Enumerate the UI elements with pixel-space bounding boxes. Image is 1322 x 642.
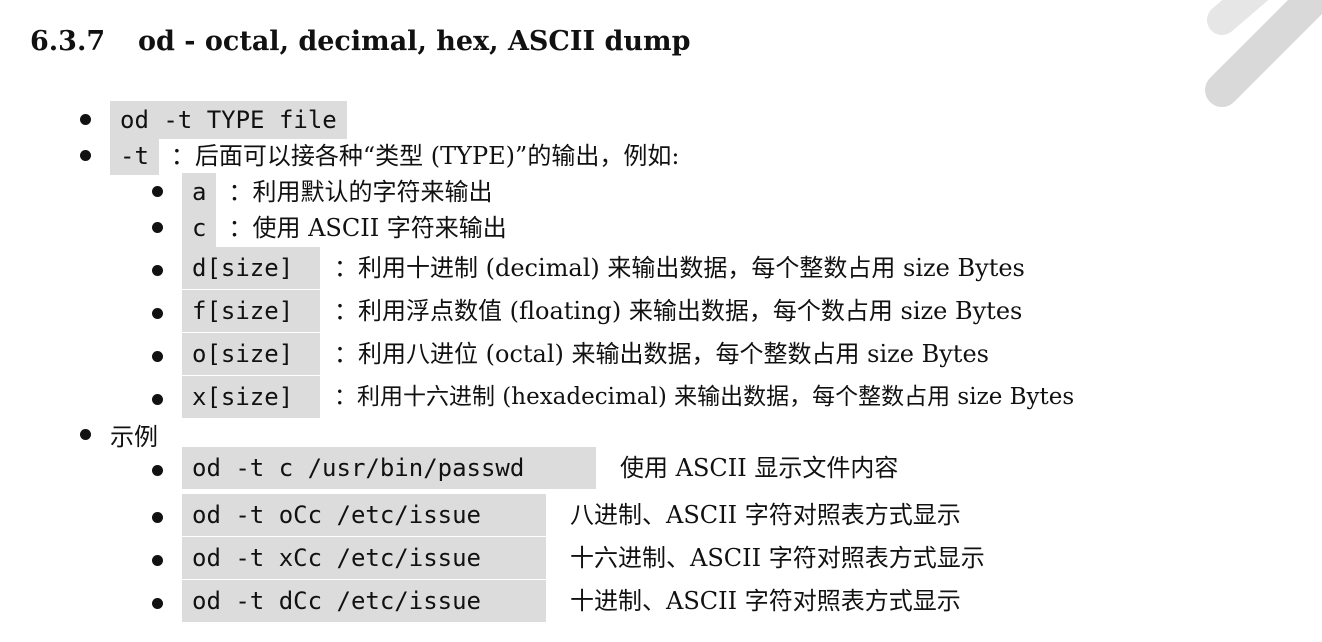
watermark-icon (1205, 0, 1322, 107)
bullet (152, 222, 163, 233)
bullet (80, 429, 91, 440)
list-item: od -t xCc /etc/issue 十六进制、ASCII 字符对照表方式显… (182, 537, 985, 579)
item-description: ：利用八进位 (octal) 来输出数据，每个整数占用 size Bytes (334, 340, 989, 368)
bullet (152, 265, 163, 276)
code-snippet: d[size] (182, 247, 320, 289)
item-description: ：利用十进制 (decimal) 来输出数据，每个整数占用 size Bytes (334, 254, 1025, 282)
list-item: a ：利用默认的字符来输出 (182, 173, 493, 211)
item-description: ：利用十六进制 (hexadecimal) 来输出数据，每个整数占用 size … (334, 384, 1075, 410)
list-item: od -t dCc /etc/issue 十进制、ASCII 字符对照表方式显示 (182, 580, 961, 622)
code-snippet: x[size] (182, 376, 320, 418)
item-description: ：利用默认的字符来输出 (228, 178, 493, 206)
code-snippet: od -t xCc /etc/issue (182, 537, 546, 579)
list-item: x[size] ：利用十六进制 (hexadecimal) 来输出数据，每个整数… (182, 376, 1074, 418)
code-snippet: od -t oCc /etc/issue (182, 494, 546, 536)
bullet (152, 394, 163, 405)
list-item: f[size] ：利用浮点数值 (floating) 来输出数据，每个数占用 s… (182, 290, 1022, 332)
code-snippet: c (182, 209, 217, 247)
list-item: o[size] ：利用八进位 (octal) 来输出数据，每个整数占用 size… (182, 333, 989, 375)
bullet (80, 114, 91, 125)
list-item: d[size] ：利用十进制 (decimal) 来输出数据，每个整数占用 si… (182, 247, 1025, 289)
list-item: od -t TYPE file (110, 101, 347, 139)
examples-label: 示例 (110, 422, 158, 451)
bullet (152, 465, 163, 476)
bullet (152, 598, 163, 609)
bullet (152, 351, 163, 362)
list-item: -t ：后面可以接各种“类型 (TYPE)”的输出，例如: (110, 137, 680, 175)
code-snippet: od -t c /usr/bin/passwd (182, 447, 596, 489)
item-description: 十进制、ASCII 字符对照表方式显示 (570, 587, 961, 615)
item-description: ：使用 ASCII 字符来输出 (228, 214, 507, 242)
list-item: c ：使用 ASCII 字符来输出 (182, 209, 507, 247)
item-description: 八进制、ASCII 字符对照表方式显示 (570, 501, 961, 529)
item-description: ：利用浮点数值 (floating) 来输出数据，每个数占用 size Byte… (334, 297, 1023, 325)
code-snippet: od -t dCc /etc/issue (182, 580, 546, 622)
bullet (80, 150, 91, 161)
item-description: 使用 ASCII 显示文件内容 (620, 454, 899, 482)
list-item: od -t oCc /etc/issue 八进制、ASCII 字符对照表方式显示 (182, 494, 961, 536)
item-description: ：后面可以接各种“类型 (TYPE)”的输出，例如: (170, 142, 680, 170)
code-snippet: -t (110, 137, 159, 175)
code-snippet: od -t TYPE file (110, 101, 347, 139)
list-item: 示例 (110, 416, 158, 452)
section-heading: 6.3.7 od - octal, decimal, hex, ASCII dum… (30, 26, 691, 57)
item-description: 十六进制、ASCII 字符对照表方式显示 (570, 544, 985, 572)
section-number: 6.3.7 (30, 26, 106, 57)
bullet (152, 308, 163, 319)
list-item: od -t c /usr/bin/passwd 使用 ASCII 显示文件内容 (182, 447, 898, 489)
bullet (152, 512, 163, 523)
code-snippet: o[size] (182, 333, 320, 375)
bullet (152, 186, 163, 197)
code-snippet: a (182, 173, 217, 211)
code-snippet: f[size] (182, 290, 320, 332)
bullet (152, 555, 163, 566)
section-title: od - octal, decimal, hex, ASCII dump (138, 26, 691, 57)
